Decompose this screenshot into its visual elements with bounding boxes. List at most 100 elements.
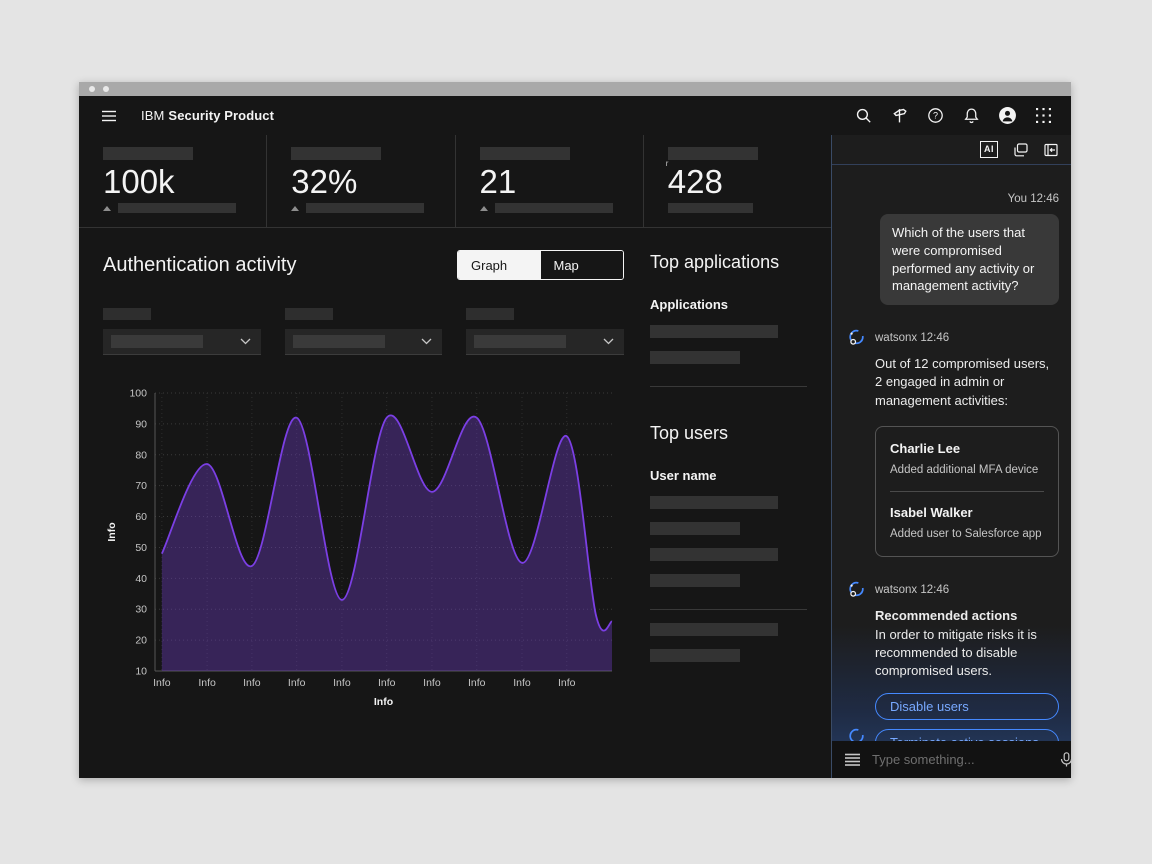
kpi-trend-skeleton — [495, 203, 613, 213]
filter-1 — [103, 308, 261, 355]
svg-text:80: 80 — [135, 449, 147, 461]
chat-message-list[interactable]: You 12:46 Which of the users that were c… — [832, 165, 1071, 741]
top-applications-section: Top applications Applications — [650, 252, 807, 387]
user-avatar-icon[interactable] — [989, 100, 1025, 132]
filter-label-skeleton — [285, 308, 333, 320]
kpi-value: r428 — [668, 164, 723, 200]
kpi-value: 100k — [103, 164, 175, 200]
filters-row — [103, 308, 624, 355]
brand-name: Security Product — [168, 108, 274, 123]
user-row-skeleton — [650, 623, 778, 636]
bot-message: watsonx 12:46 Recommended actions In ord… — [848, 581, 1059, 741]
ai-chat-panel: AI You 12:46 Which of the users that wer… — [831, 135, 1071, 778]
svg-text:Info: Info — [378, 677, 396, 689]
signpost-icon[interactable] — [881, 100, 917, 132]
kpi-trend-skeleton — [306, 203, 424, 213]
svg-text:100: 100 — [129, 388, 147, 400]
user-row-skeleton — [650, 496, 778, 509]
section-title: Authentication activity — [103, 254, 296, 277]
filter-label-skeleton — [466, 308, 514, 320]
svg-text:Info: Info — [153, 677, 171, 689]
svg-text:Info: Info — [374, 696, 393, 708]
popout-icon[interactable] — [1014, 143, 1028, 157]
bot-message-text: In order to mitigate risks it is recomme… — [875, 626, 1059, 681]
filter-label-skeleton — [103, 308, 151, 320]
right-column: Top applications Applications Top users … — [650, 250, 807, 778]
terminate-sessions-button[interactable]: Terminate active sessions — [875, 729, 1059, 741]
chat-input-bar — [832, 741, 1071, 778]
chevron-down-icon — [603, 338, 614, 345]
kpi-label-skeleton — [668, 147, 758, 160]
application-row-skeleton — [650, 351, 740, 364]
card-divider — [890, 491, 1044, 492]
section-divider — [650, 386, 807, 387]
svg-text:Info: Info — [243, 677, 261, 689]
kpi-label-skeleton — [291, 147, 381, 160]
svg-text:10: 10 — [135, 666, 147, 678]
kpi-card-2: 32% — [266, 135, 454, 227]
kpi-trend-skeleton — [668, 203, 753, 213]
top-applications-title: Top applications — [650, 252, 807, 273]
user-row-skeleton — [650, 574, 740, 587]
svg-text:Info: Info — [558, 677, 576, 689]
user-row-skeleton — [650, 649, 740, 662]
window-dot-1[interactable] — [89, 86, 95, 92]
dropdown-value-skeleton — [474, 335, 566, 348]
microphone-icon[interactable] — [1060, 752, 1071, 767]
kpi-label-skeleton — [103, 147, 193, 160]
filter-dropdown-2[interactable] — [285, 329, 443, 355]
user-name: Isabel Walker — [890, 504, 1044, 522]
authentication-activity-section: Authentication activity Graph Map — [103, 250, 624, 778]
filter-dropdown-3[interactable] — [466, 329, 624, 355]
svg-text:Info: Info — [198, 677, 216, 689]
message-timestamp: You 12:46 — [848, 193, 1059, 205]
svg-text:?: ? — [932, 111, 937, 121]
notifications-bell-icon[interactable] — [953, 100, 989, 132]
filter-dropdown-1[interactable] — [103, 329, 261, 355]
top-users-title: Top users — [650, 423, 807, 444]
bot-message-sender: watsonx 12:46 — [875, 584, 949, 596]
kpi-card-3: 21 — [455, 135, 643, 227]
disable-users-button[interactable]: Disable users — [875, 693, 1059, 720]
window-dot-2[interactable] — [103, 86, 109, 92]
svg-text:Info: Info — [513, 677, 531, 689]
svg-text:Info: Info — [288, 677, 306, 689]
user-row-skeleton — [650, 548, 778, 561]
trend-up-caret-icon — [103, 206, 111, 211]
section-divider — [650, 609, 807, 610]
watsonx-avatar-icon — [848, 329, 865, 346]
chat-panel-header: AI — [832, 135, 1071, 165]
dropdown-value-skeleton — [111, 335, 203, 348]
chevron-down-icon — [240, 338, 251, 345]
hamburger-menu-icon[interactable] — [91, 100, 127, 132]
product-title: IBMSecurity Product — [141, 108, 274, 123]
search-icon[interactable] — [845, 100, 881, 132]
svg-text:Info: Info — [468, 677, 486, 689]
dropdown-value-skeleton — [293, 335, 385, 348]
kpi-superscript: r — [666, 160, 669, 169]
chat-text-input[interactable] — [872, 752, 1048, 767]
app-root: IBMSecurity Product ? — [79, 96, 1071, 778]
recommended-actions-title: Recommended actions — [875, 607, 1059, 625]
svg-text:30: 30 — [135, 604, 147, 616]
trend-up-caret-icon — [291, 206, 299, 211]
help-icon[interactable]: ? — [917, 100, 953, 132]
watsonx-avatar-icon — [848, 581, 865, 598]
svg-text:20: 20 — [135, 635, 147, 647]
collapse-panel-icon[interactable] — [1044, 143, 1058, 157]
main-layout: 100k 32% 21 r428 — [79, 135, 1071, 778]
authentication-activity-chart: 102030405060708090100InfoInfoInfoInfoInf… — [103, 385, 624, 720]
kpi-row: 100k 32% 21 r428 — [79, 135, 831, 228]
bot-message-text: Out of 12 compromised users, 2 engaged i… — [875, 355, 1059, 410]
svg-text:Info: Info — [423, 677, 441, 689]
app-switcher-icon[interactable] — [1025, 100, 1061, 132]
svg-text:50: 50 — [135, 542, 147, 554]
ai-tag[interactable]: AI — [980, 141, 998, 158]
toggle-graph[interactable]: Graph — [458, 251, 541, 279]
application-row-skeleton — [650, 325, 778, 338]
user-row-skeleton — [650, 522, 740, 535]
toggle-map[interactable]: Map — [541, 251, 624, 279]
prompt-menu-icon[interactable] — [845, 753, 860, 766]
kpi-value: 32% — [291, 164, 357, 200]
filter-3 — [466, 308, 624, 355]
